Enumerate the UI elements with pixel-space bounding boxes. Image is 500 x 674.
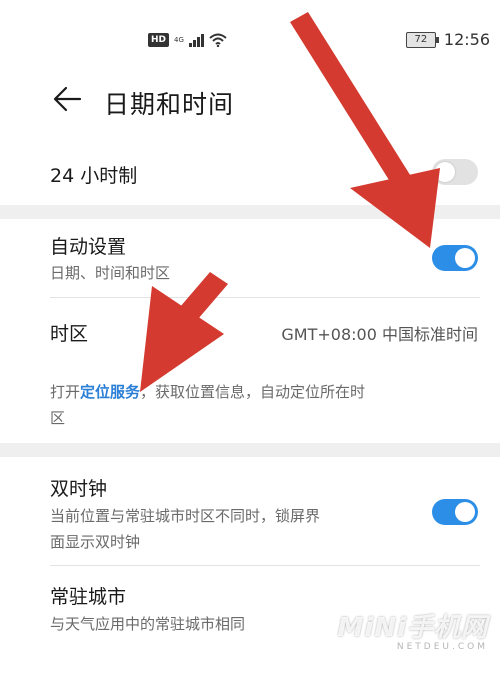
arrow-to-toggle-icon bbox=[290, 12, 440, 248]
watermark: MiNi手机网 NETDEU.COM bbox=[338, 607, 488, 652]
watermark-logo: MiNi手机网 bbox=[337, 613, 488, 643]
annotation-arrows bbox=[140, 12, 440, 392]
arrow-to-location-link-icon bbox=[140, 272, 228, 392]
